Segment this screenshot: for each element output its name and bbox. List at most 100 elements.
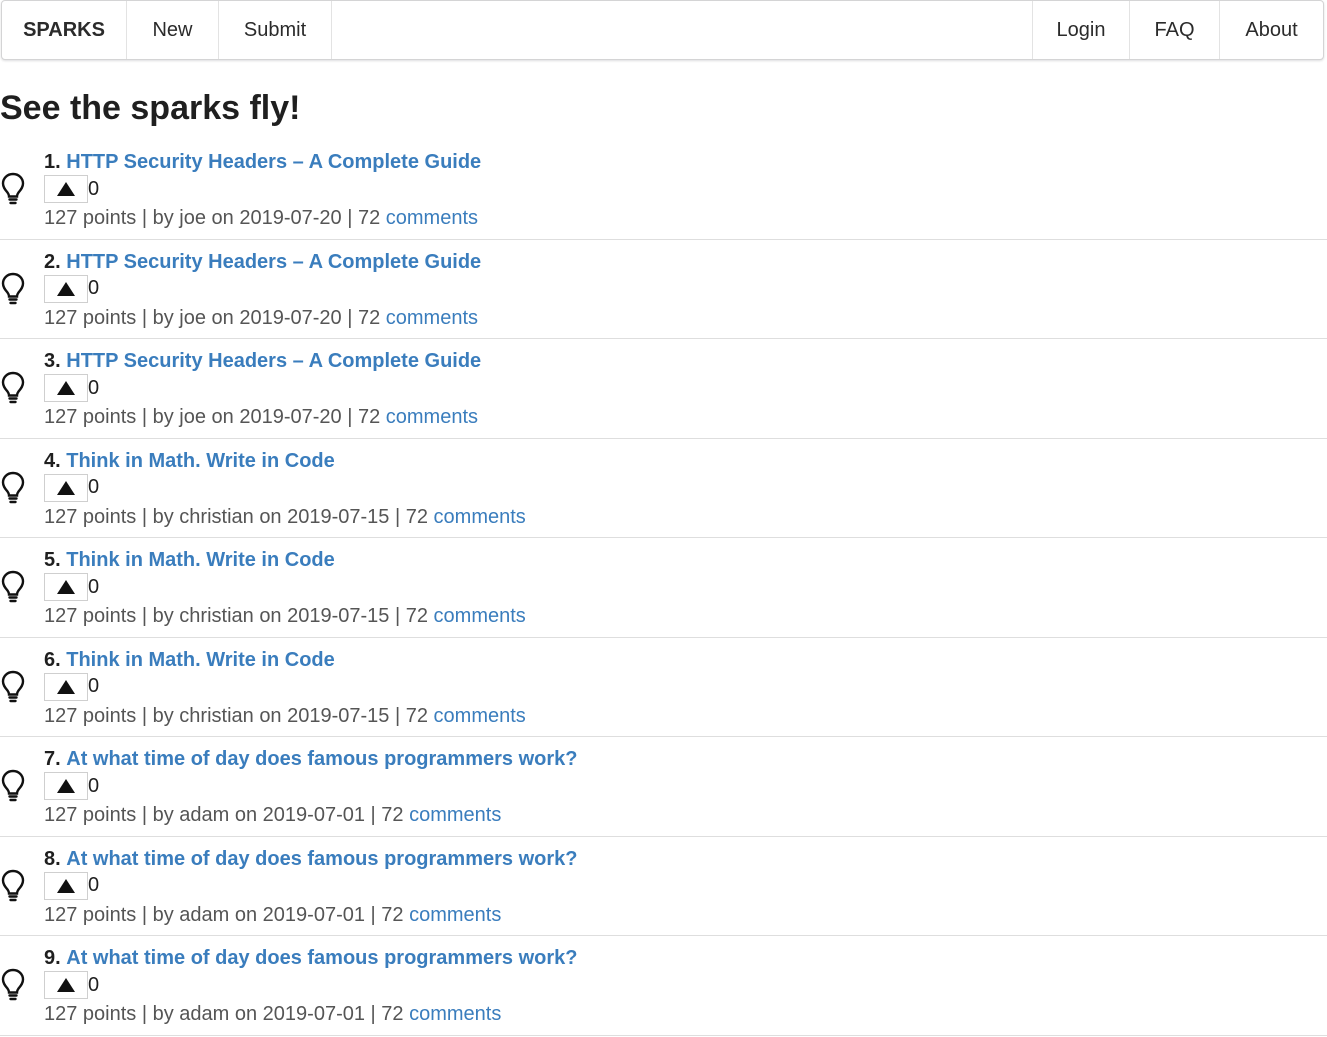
vote-line: 0: [44, 274, 99, 304]
vote-count: 0: [88, 177, 100, 200]
nav-submit[interactable]: Submit: [219, 1, 332, 59]
lightbulb-icon: [1, 869, 25, 901]
triangle-up-icon: [57, 878, 75, 893]
vote-line: 0: [44, 672, 99, 702]
story-meta: 127 points | by christian on 2019-07-15 …: [44, 604, 526, 628]
story-meta-text: 127 points | by christian on 2019-07-15 …: [44, 505, 434, 528]
story-rank: 1.: [44, 151, 61, 173]
story-title-line: 6. Think in Math. Write in Code: [44, 648, 335, 672]
upvote-button[interactable]: [44, 473, 88, 502]
story-title-link[interactable]: HTTP Security Headers – A Complete Guide: [66, 251, 481, 273]
triangle-up-icon: [57, 480, 75, 495]
upvote-button[interactable]: [44, 772, 88, 800]
story-meta-text: 127 points | by christian on 2019-07-15 …: [44, 704, 434, 727]
comments-link[interactable]: comments: [409, 1003, 501, 1025]
lightbulb-icon: [1, 172, 25, 205]
story-rank: 2.: [44, 250, 61, 273]
story-rank: 9.: [44, 947, 61, 969]
comments-link[interactable]: comments: [434, 705, 526, 727]
story-item: 6. Think in Math. Write in Code 0 127 po…: [0, 638, 1327, 737]
upvote-button[interactable]: [44, 871, 88, 900]
story-rank: 3.: [44, 350, 61, 372]
upvote-button[interactable]: [44, 374, 88, 402]
vote-line: 0: [44, 373, 99, 403]
brand-link[interactable]: SPARKS: [2, 1, 127, 59]
vote-count: 0: [88, 476, 100, 498]
comments-link[interactable]: comments: [386, 307, 478, 329]
story-meta-text: 127 points | by joe on 2019-07-20 | 72: [44, 207, 386, 229]
triangle-up-icon: [57, 580, 75, 594]
nav-faq[interactable]: FAQ: [1130, 1, 1220, 59]
story-title-line: 9. At what time of day does famous progr…: [44, 946, 577, 970]
upvote-button[interactable]: [44, 274, 88, 303]
comments-link[interactable]: comments: [434, 506, 526, 528]
triangle-up-icon: [57, 779, 75, 793]
story-title-line: 4. Think in Math. Write in Code: [44, 449, 335, 473]
vote-line: 0: [44, 970, 99, 1000]
nav-new[interactable]: New: [127, 1, 219, 59]
story-title-link[interactable]: Think in Math. Write in Code: [66, 649, 335, 671]
story-item: 3. HTTP Security Headers – A Complete Gu…: [0, 339, 1327, 439]
story-rank: 5.: [44, 549, 61, 571]
story-meta-text: 127 points | by joe on 2019-07-20 | 72: [44, 306, 386, 329]
vote-count: 0: [88, 675, 100, 697]
comments-link[interactable]: comments: [386, 207, 478, 229]
story-meta: 127 points | by christian on 2019-07-15 …: [44, 505, 526, 529]
upvote-button[interactable]: [44, 971, 88, 999]
upvote-button[interactable]: [44, 573, 88, 601]
story-item: 7. At what time of day does famous progr…: [0, 737, 1327, 837]
story-title-line: 5. Think in Math. Write in Code: [44, 548, 335, 572]
comments-link[interactable]: comments: [386, 406, 478, 428]
story-meta: 127 points | by joe on 2019-07-20 | 72 c…: [44, 306, 478, 330]
comments-link[interactable]: comments: [409, 904, 501, 926]
vote-count: 0: [88, 874, 100, 896]
story-meta: 127 points | by joe on 2019-07-20 | 72 c…: [44, 405, 478, 429]
story-item: 8. At what time of day does famous progr…: [0, 837, 1327, 936]
story-title-line: 2. HTTP Security Headers – A Complete Gu…: [44, 250, 481, 274]
story-title-link[interactable]: At what time of day does famous programm…: [66, 848, 577, 870]
story-meta-text: 127 points | by christian on 2019-07-15 …: [44, 605, 434, 627]
triangle-up-icon: [57, 281, 75, 296]
story-title-line: 3. HTTP Security Headers – A Complete Gu…: [44, 349, 481, 373]
top-navbar: SPARKS New Submit Login FAQ About: [1, 0, 1324, 60]
lightbulb-icon: [1, 371, 25, 404]
lightbulb-icon: [1, 570, 25, 603]
upvote-button[interactable]: [44, 672, 88, 701]
vote-count: 0: [88, 774, 100, 797]
comments-link[interactable]: comments: [434, 605, 526, 627]
story-title-line: 1. HTTP Security Headers – A Complete Gu…: [44, 150, 481, 174]
vote-count: 0: [88, 376, 100, 399]
story-meta-text: 127 points | by adam on 2019-07-01 | 72: [44, 804, 410, 826]
story-title-link[interactable]: HTTP Security Headers – A Complete Guide: [66, 151, 481, 173]
page-title: See the sparks fly!: [0, 89, 301, 127]
story-meta-text: 127 points | by adam on 2019-07-01 | 72: [44, 1003, 410, 1025]
lightbulb-icon: [1, 272, 25, 304]
story-meta: 127 points | by joe on 2019-07-20 | 72 c…: [44, 206, 478, 230]
vote-line: 0: [44, 473, 99, 503]
story-meta: 127 points | by christian on 2019-07-15 …: [44, 704, 526, 728]
story-title-link[interactable]: HTTP Security Headers – A Complete Guide: [66, 350, 481, 372]
story-title-link[interactable]: Think in Math. Write in Code: [66, 450, 335, 472]
nav-login[interactable]: Login: [1033, 1, 1130, 59]
lightbulb-icon: [1, 471, 25, 503]
vote-count: 0: [88, 973, 100, 996]
story-item: 2. HTTP Security Headers – A Complete Gu…: [0, 240, 1327, 339]
story-title-link[interactable]: At what time of day does famous programm…: [66, 748, 577, 770]
story-rank: 4.: [44, 449, 61, 472]
lightbulb-icon: [1, 670, 25, 702]
nav-about[interactable]: About: [1220, 1, 1323, 59]
lightbulb-icon: [1, 769, 25, 802]
story-title-link[interactable]: Think in Math. Write in Code: [66, 549, 335, 571]
triangle-up-icon: [57, 679, 75, 694]
story-item: 4. Think in Math. Write in Code 0 127 po…: [0, 439, 1327, 538]
comments-link[interactable]: comments: [409, 804, 501, 826]
vote-line: 0: [44, 572, 99, 602]
story-meta-text: 127 points | by adam on 2019-07-01 | 72: [44, 903, 410, 926]
vote-count: 0: [88, 277, 100, 299]
triangle-up-icon: [57, 381, 75, 395]
lightbulb-icon: [1, 968, 25, 1001]
story-title-line: 7. At what time of day does famous progr…: [44, 747, 577, 771]
story-meta: 127 points | by adam on 2019-07-01 | 72 …: [44, 1002, 501, 1026]
story-title-link[interactable]: At what time of day does famous programm…: [66, 947, 577, 969]
upvote-button[interactable]: [44, 175, 88, 203]
